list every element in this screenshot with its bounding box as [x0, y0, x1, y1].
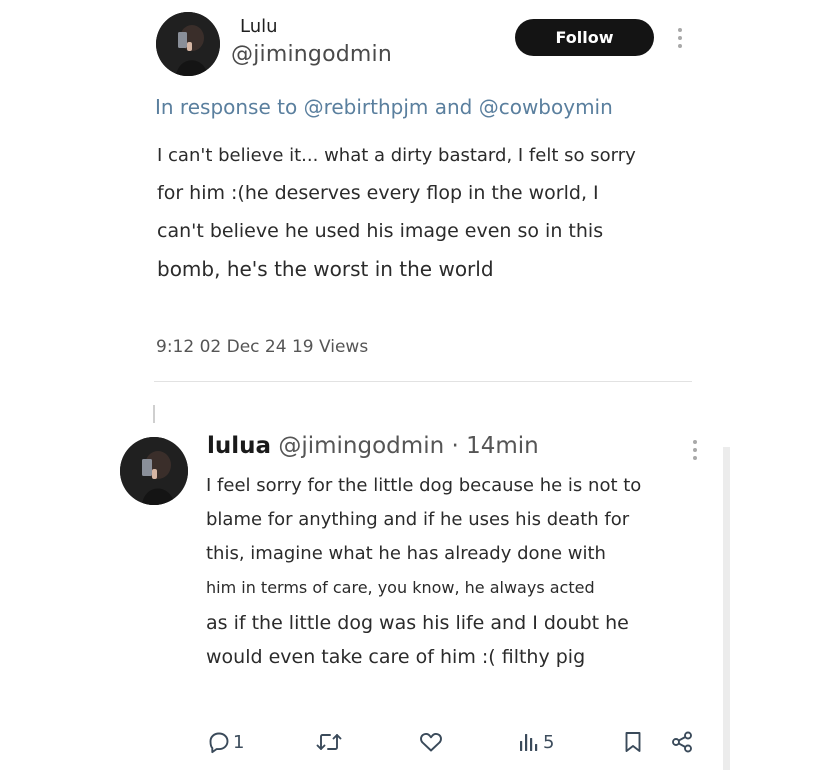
- share-icon: [672, 731, 692, 753]
- views-count: 5: [543, 731, 555, 753]
- tweet-meta: 9:12 02 Dec 24 19 Views: [156, 337, 369, 357]
- bookmark-icon: [625, 732, 641, 752]
- scrollbar[interactable]: [723, 447, 730, 770]
- retweet-icon: [316, 734, 342, 750]
- views-button[interactable]: 5: [517, 730, 554, 754]
- reply-icon: [209, 732, 229, 754]
- share-button[interactable]: [670, 730, 694, 754]
- follow-button[interactable]: Follow: [515, 19, 654, 56]
- avatar[interactable]: [120, 437, 188, 505]
- divider: [154, 381, 692, 382]
- reply-button[interactable]: 1: [207, 730, 244, 754]
- tweet-text-line: bomb, he's the worst in the world: [157, 257, 494, 281]
- reply-header: lulua @jimingodmin · 14min: [207, 433, 539, 459]
- views-icon: [520, 734, 538, 751]
- display-name[interactable]: lulua: [207, 433, 271, 459]
- reply-text-line: this, imagine what he has already done w…: [206, 543, 606, 564]
- reply-count: 1: [233, 731, 245, 753]
- tweet-text-line: can't believe he used his image even so …: [157, 220, 604, 242]
- tweet-text: I can't believe it... what a dirty basta…: [157, 140, 717, 290]
- tweet-text-line: I can't believe it... what a dirty basta…: [157, 145, 636, 166]
- like-button[interactable]: [418, 730, 444, 754]
- user-handle[interactable]: @jimingodmin: [231, 42, 392, 67]
- reply-text-line: blame for anything and if he uses his de…: [206, 509, 630, 530]
- thread-line: [153, 405, 155, 423]
- tweet-text-line: for him :(he deserves every flop in the …: [157, 182, 599, 204]
- bookmark-button[interactable]: [622, 730, 644, 754]
- in-response-to[interactable]: In response to @rebirthpjm and @cowboymi…: [155, 95, 613, 119]
- reply-text-line: would even take care of him :( filthy pi…: [206, 646, 586, 668]
- retweet-button[interactable]: [315, 730, 343, 754]
- more-options-icon[interactable]: [690, 440, 700, 460]
- display-name[interactable]: Lulu: [240, 16, 278, 37]
- avatar[interactable]: [156, 12, 220, 76]
- reply-text-line: as if the little dog was his life and I …: [206, 612, 629, 634]
- reply-text: I feel sorry for the little dog because …: [206, 471, 706, 675]
- heart-icon: [420, 732, 442, 752]
- more-options-icon[interactable]: [675, 28, 685, 48]
- handle-timestamp[interactable]: @jimingodmin · 14min: [278, 433, 538, 459]
- reply-text-line: I feel sorry for the little dog because …: [206, 475, 642, 496]
- reply-text-line: him in terms of care, you know, he alway…: [206, 578, 595, 597]
